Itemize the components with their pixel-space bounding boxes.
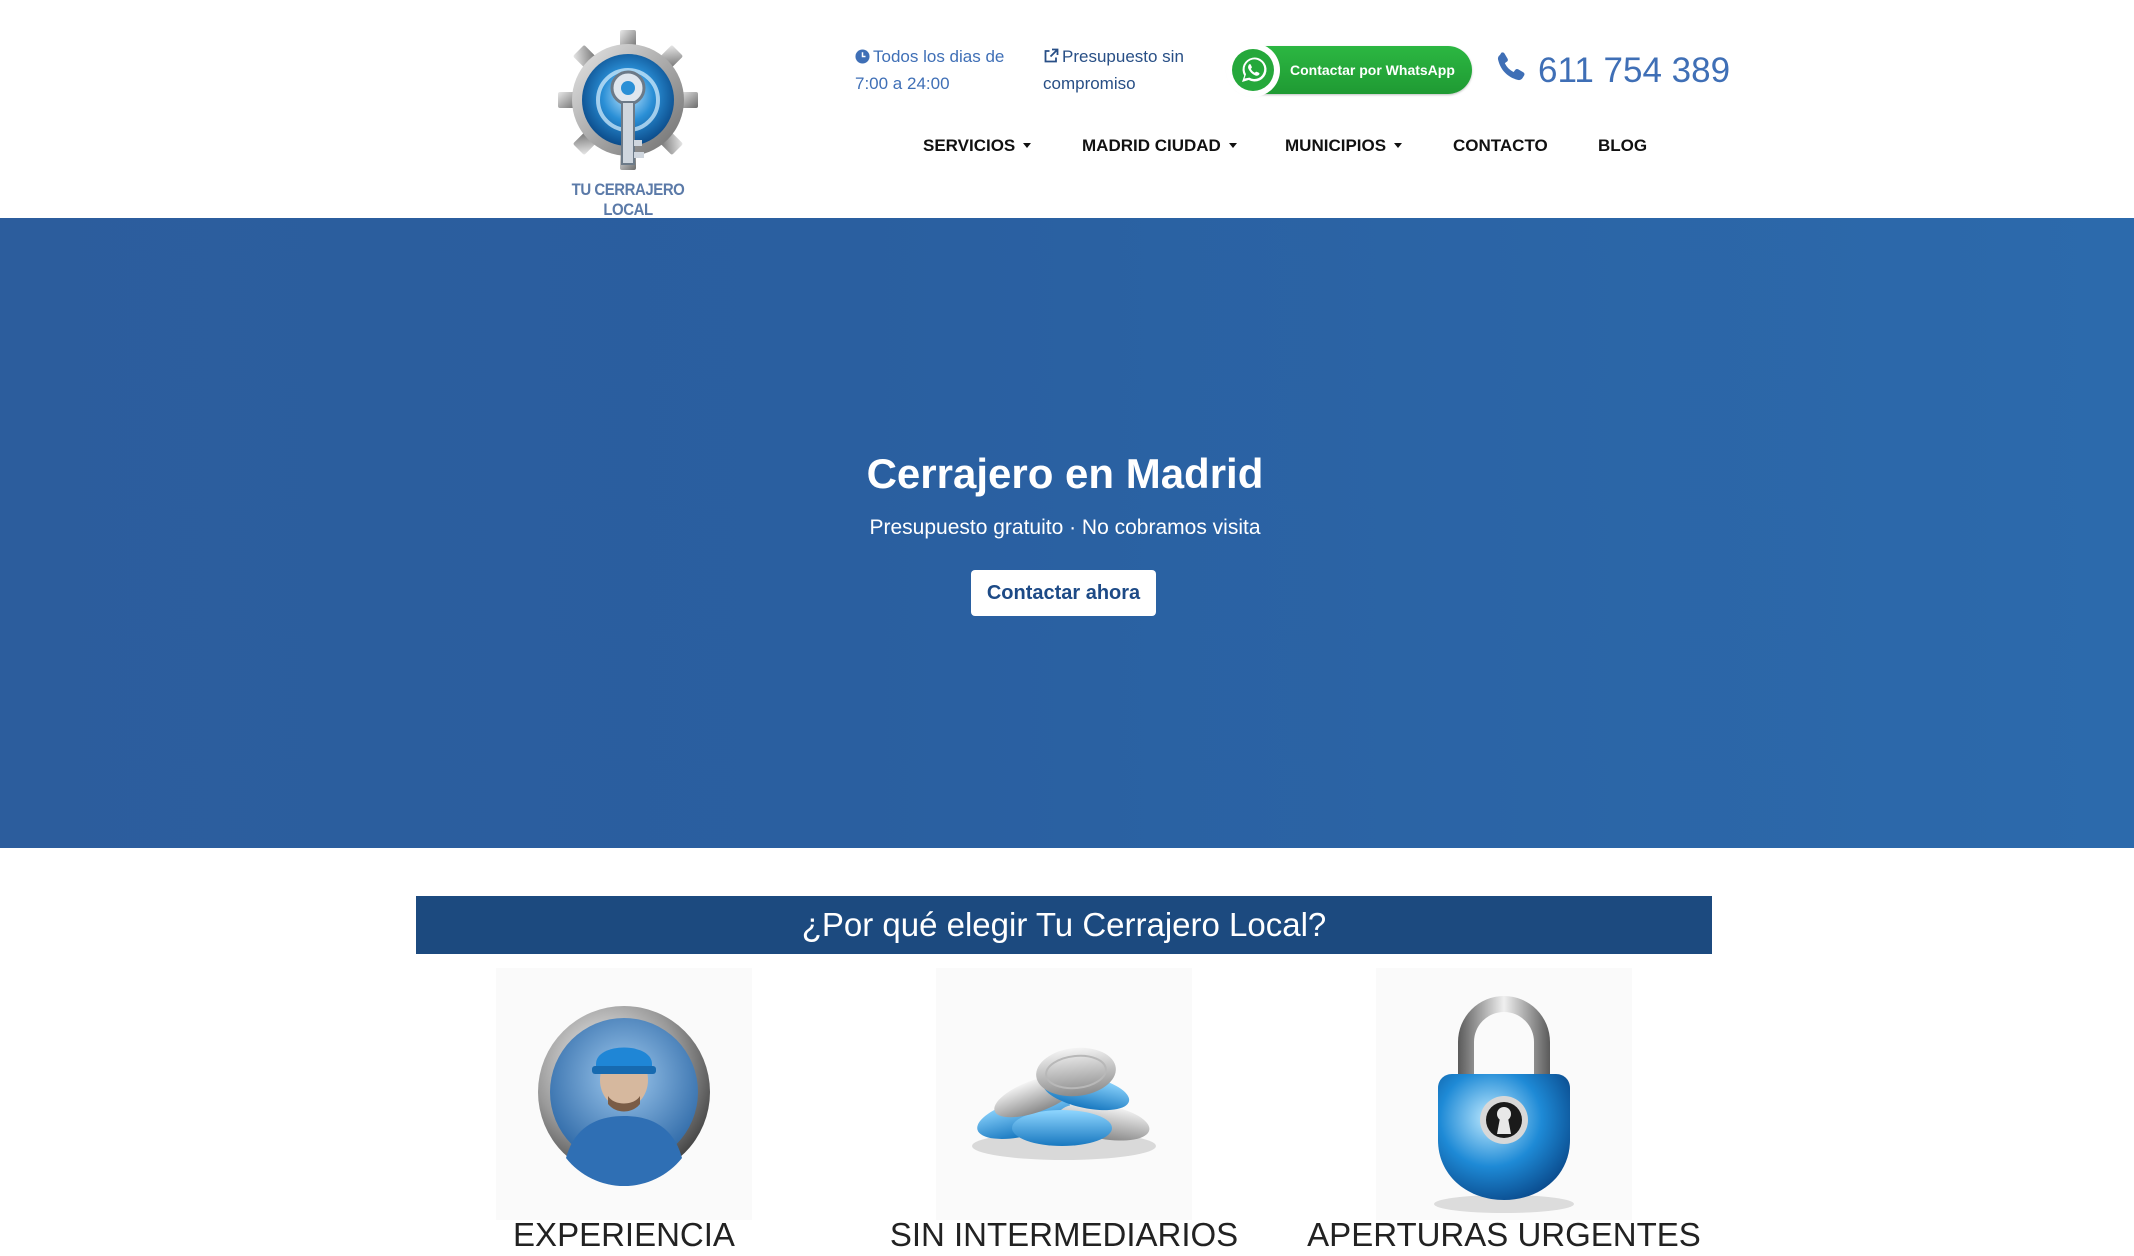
- site-logo[interactable]: TU CERRAJERO LOCAL: [548, 28, 708, 219]
- phone-link[interactable]: 611 754 389: [1494, 48, 1730, 94]
- why-heading: ¿Por qué elegir Tu Cerrajero Local?: [416, 896, 1712, 954]
- external-link-icon: [1043, 46, 1059, 71]
- caret-down-icon: [1228, 143, 1237, 148]
- feature-image-experiencia: [496, 968, 752, 1220]
- gear-key-logo-icon: [558, 30, 698, 170]
- locksmith-worker-icon: [538, 1006, 710, 1187]
- coins-icon: [972, 1047, 1156, 1160]
- feature-label-experiencia: EXPERIENCIA: [513, 1216, 735, 1253]
- whatsapp-label: Contactar por WhatsApp: [1290, 62, 1455, 78]
- free-quote-link[interactable]: Presupuesto sin compromiso: [1043, 44, 1213, 96]
- hero-subtitle: Presupuesto gratuito · No cobramos visit…: [869, 516, 1261, 539]
- hero-title: Cerrajero en Madrid: [866, 450, 1264, 497]
- logo-text: TU CERRAJERO LOCAL: [571, 180, 685, 219]
- nav-item-madrid-ciudad[interactable]: MADRID CIUDAD: [1082, 136, 1237, 156]
- feature-image-aperturas-urgentes: [1376, 968, 1632, 1220]
- nav-item-municipios[interactable]: MUNICIPIOS: [1285, 136, 1403, 156]
- nav-item-blog[interactable]: BLOG: [1598, 136, 1647, 156]
- hours-text: Todos los dias de 7:00 a 24:00: [855, 47, 1005, 93]
- business-hours: Todos los dias de 7:00 a 24:00: [855, 44, 1015, 96]
- feature-label-aperturas-urgentes: APERTURAS URGENTES: [1307, 1216, 1701, 1253]
- whatsapp-icon: [1226, 43, 1280, 97]
- padlock-icon: [1434, 996, 1574, 1213]
- quote-text: Presupuesto sin compromiso: [1043, 47, 1184, 93]
- nav-item-contacto[interactable]: CONTACTO: [1453, 136, 1548, 156]
- whatsapp-button[interactable]: Contactar por WhatsApp: [1226, 43, 1472, 97]
- phone-number: 611 754 389: [1538, 51, 1731, 90]
- contact-now-button[interactable]: Contactar ahora: [971, 570, 1156, 616]
- clock-icon: [855, 46, 870, 71]
- feature-image-sin-intermediarios: [936, 968, 1192, 1220]
- feature-label-sin-intermediarios: SIN INTERMEDIARIOS: [889, 1216, 1239, 1253]
- site-header: TU CERRAJERO LOCAL Todos los dias de 7:0…: [0, 0, 2134, 219]
- nav-item-servicios[interactable]: SERVICIOS: [923, 136, 1032, 156]
- caret-down-icon: [1023, 143, 1032, 148]
- phone-icon: [1494, 50, 1528, 93]
- hero-banner: Cerrajero en Madrid Presupuesto gratuito…: [0, 218, 2134, 848]
- caret-down-icon: [1394, 143, 1403, 148]
